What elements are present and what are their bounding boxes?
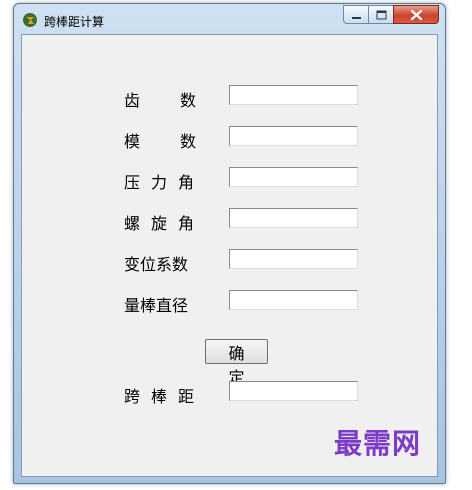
maximize-icon: [376, 10, 387, 20]
span-output[interactable]: [229, 381, 358, 401]
pin-diameter-input[interactable]: [229, 290, 358, 310]
maximize-button[interactable]: [368, 5, 394, 24]
span-label-char-3: 距: [177, 387, 194, 406]
minimize-button[interactable]: [343, 5, 369, 24]
span-label: 跨 棒 距: [124, 383, 194, 407]
app-icon: [23, 13, 37, 27]
module-label-char-2: 数: [179, 132, 196, 151]
teeth-label-char-2: 数: [179, 91, 196, 110]
teeth-label-char-1: 齿: [124, 91, 141, 110]
pressure-angle-char-2: 力: [150, 173, 167, 192]
pin-diameter-label: 量棒直径: [124, 296, 189, 315]
app-window: 跨棒距计算 齿 数 模 数 压 力 角 螺 旋 角 变位系数 量棒直径 确 定 …: [13, 3, 446, 484]
window-title: 跨棒距计算: [44, 15, 105, 29]
confirm-button[interactable]: 确 定: [205, 339, 268, 387]
module-label-char-1: 模: [124, 132, 141, 151]
helix-angle-char-3: 角: [177, 214, 194, 233]
helix-angle-input[interactable]: [229, 208, 358, 228]
module-label: 模 数: [124, 128, 196, 152]
pressure-angle-char-1: 压: [124, 173, 141, 192]
title-bar[interactable]: 跨棒距计算: [14, 4, 445, 34]
close-button[interactable]: [393, 5, 439, 24]
client-area: 齿 数 模 数 压 力 角 螺 旋 角 变位系数 量棒直径 确 定 跨 棒 距 …: [21, 34, 438, 477]
helix-angle-char-1: 螺: [124, 214, 141, 233]
teeth-input[interactable]: [229, 85, 358, 105]
close-icon: [410, 9, 423, 21]
shift-coefficient-label: 变位系数: [124, 255, 189, 274]
teeth-label: 齿 数: [124, 87, 196, 111]
span-label-char-1: 跨: [124, 387, 141, 406]
pressure-angle-label: 压 力 角: [124, 169, 194, 193]
shift-coefficient-input[interactable]: [229, 249, 358, 269]
span-label-char-2: 棒: [150, 387, 167, 406]
pressure-angle-char-3: 角: [177, 173, 194, 192]
minimize-icon: [352, 17, 361, 19]
pressure-angle-input[interactable]: [229, 167, 358, 187]
watermark: 最需网: [333, 427, 421, 460]
module-input[interactable]: [229, 126, 358, 146]
screenshot: 跨棒距计算 齿 数 模 数 压 力 角 螺 旋 角 变位系数 量棒直径 确 定 …: [0, 0, 472, 490]
helix-angle-label: 螺 旋 角: [124, 210, 194, 234]
caption-buttons: [343, 5, 439, 24]
helix-angle-char-2: 旋: [150, 214, 167, 233]
